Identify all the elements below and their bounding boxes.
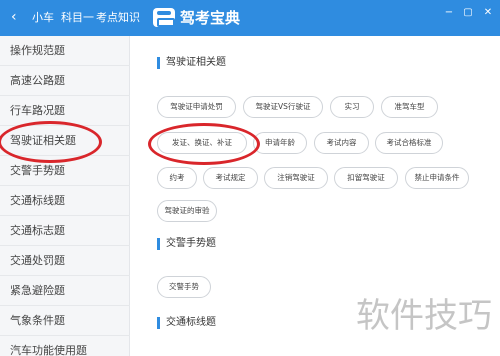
sidebar-item-road[interactable]: 行车路况题	[0, 96, 130, 126]
topic-chip[interactable]: 考试规定	[203, 167, 258, 189]
section-title-label: 交警手势题	[166, 238, 216, 249]
topic-chip[interactable]: 申请年龄	[253, 132, 307, 154]
sidebar-item-label: 交通处罚题	[10, 254, 65, 267]
topic-chip[interactable]: 实习	[330, 96, 374, 118]
maximize-icon[interactable]: ▢	[461, 6, 475, 20]
topic-chip[interactable]: 考试内容	[314, 132, 369, 154]
topic-chip[interactable]: 驾驶证申请处罚	[157, 96, 236, 118]
sidebar-item-label: 交通标线题	[10, 194, 65, 207]
sidebar-item-penalty[interactable]: 交通处罚题	[0, 246, 130, 276]
section-title-label: 交通标线题	[166, 317, 216, 328]
crumb-points: 考点知识	[96, 11, 140, 24]
minimize-icon[interactable]: −	[442, 6, 456, 20]
section-accent-bar	[157, 57, 160, 69]
sidebar-item-signs[interactable]: 交通标志题	[0, 216, 130, 246]
sidebar-item-markings[interactable]: 交通标线题	[0, 186, 130, 216]
sidebar-item-license[interactable]: 驾驶证相关题	[0, 126, 130, 156]
crumb-car[interactable]: 小车	[32, 11, 54, 25]
section-accent-bar	[157, 238, 160, 250]
sidebar-item-label: 气象条件题	[10, 314, 65, 327]
sidebar-item-label: 交警手势题	[10, 164, 65, 177]
sidebar-item-label: 操作规范题	[10, 44, 65, 57]
topic-chip[interactable]: 考试合格标准	[375, 132, 443, 154]
sidebar-item-vehicle-functions[interactable]: 汽车功能使用题	[0, 336, 130, 356]
topic-chip[interactable]: 驾驶证VS行驶证	[243, 96, 323, 118]
section-title-label: 驾驶证相关题	[166, 57, 226, 68]
topic-chip[interactable]: 交警手势	[157, 276, 211, 298]
topic-chip[interactable]: 准驾车型	[381, 96, 438, 118]
sidebar-item-operation[interactable]: 操作规范题	[0, 36, 130, 66]
sidebar-item-label: 紧急避险题	[10, 284, 65, 297]
section-accent-bar	[157, 317, 160, 329]
logo-icon	[153, 8, 175, 27]
back-icon[interactable]: ‹	[11, 9, 17, 25]
app-header: ‹ 小车 科目一 考点知识 驾考宝典 − ▢ ✕	[0, 0, 500, 36]
watermark: 软件技巧	[356, 296, 492, 336]
sidebar-item-weather[interactable]: 气象条件题	[0, 306, 130, 336]
sidebar: 操作规范题 高速公路题 行车路况题 驾驶证相关题 交警手势题 交通标线题 交通标…	[0, 36, 130, 356]
sidebar-item-highway[interactable]: 高速公路题	[0, 66, 130, 96]
topic-chip[interactable]: 注销驾驶证	[264, 167, 328, 189]
sidebar-item-label: 驾驶证相关题	[10, 134, 76, 147]
app-brand: 驾考宝典	[180, 9, 241, 27]
crumb-subject[interactable]: 科目一	[61, 11, 94, 25]
topic-chip[interactable]: 约考	[157, 167, 197, 189]
topic-chip[interactable]: 禁止申请条件	[405, 167, 469, 189]
sidebar-item-label: 汽车功能使用题	[10, 344, 87, 356]
sidebar-item-emergency[interactable]: 紧急避险题	[0, 276, 130, 306]
topic-chip[interactable]: 驾驶证的审验	[157, 200, 217, 222]
close-icon[interactable]: ✕	[481, 6, 495, 20]
topic-chip[interactable]: 发证、换证、补证	[157, 132, 247, 154]
sidebar-item-label: 行车路况题	[10, 104, 65, 117]
sidebar-item-label: 交通标志题	[10, 224, 65, 237]
sidebar-item-label: 高速公路题	[10, 74, 65, 87]
topic-chip[interactable]: 扣留驾驶证	[334, 167, 398, 189]
sidebar-item-police[interactable]: 交警手势题	[0, 156, 130, 186]
